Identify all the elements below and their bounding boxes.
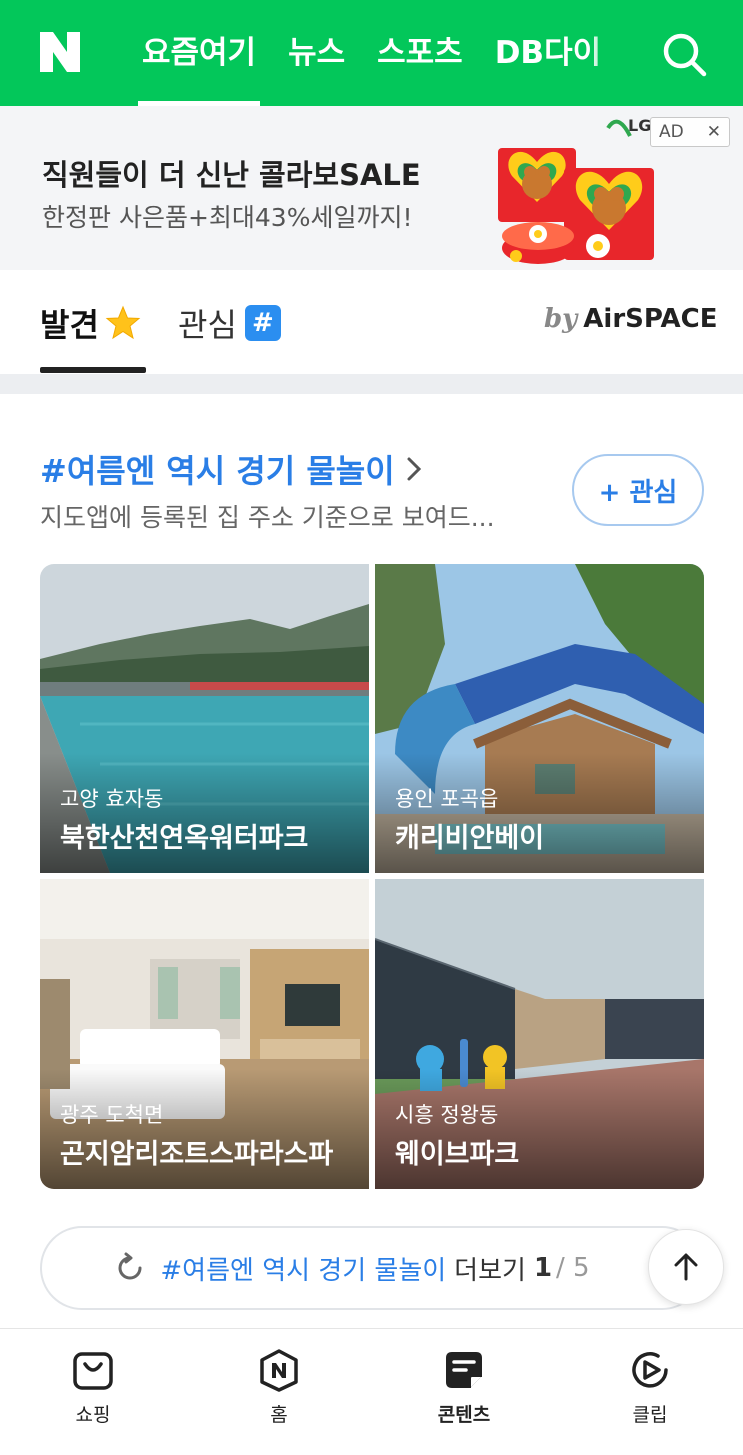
place-card[interactable]: 용인 포곡읍 캐리비안베이 <box>375 564 704 873</box>
tab-interest[interactable]: 관심 # <box>178 300 281 346</box>
star-icon <box>105 305 141 340</box>
tab-nearby[interactable]: 요즘여기 <box>138 0 261 106</box>
tab-discover[interactable]: 발견 <box>40 300 141 346</box>
place-location: 용인 포곡읍 <box>395 787 499 811</box>
close-icon[interactable]: ✕ <box>707 122 721 142</box>
search-icon[interactable] <box>660 30 708 78</box>
tab-news[interactable]: 뉴스 <box>284 0 349 106</box>
provider-name: AirSPACE <box>583 304 718 334</box>
card-gradient <box>375 753 704 873</box>
more-label: 더보기 <box>454 1255 526 1286</box>
provider-credit: by AirSPACE <box>544 304 718 334</box>
place-name: 캐리비안베이 <box>395 823 545 854</box>
bottom-nav-shopping[interactable]: 쇼핑 <box>43 1348 143 1427</box>
contents-icon <box>446 1352 482 1388</box>
shopping-bag-icon <box>73 1352 113 1390</box>
place-name: 웨이브파크 <box>395 1139 520 1170</box>
top-header: 요즘여기 뉴스 스포츠 DB다이 <box>0 0 743 106</box>
current-page: 1 <box>533 1253 553 1283</box>
tab-interest-label: 관심 <box>178 306 237 344</box>
chevron-right-icon <box>407 457 421 481</box>
total-pages: / 5 <box>556 1253 590 1283</box>
place-card[interactable]: 시흥 정왕동 웨이브파크 <box>375 879 704 1189</box>
tab-sports[interactable]: 스포츠 <box>373 0 467 106</box>
follow-button[interactable]: + 관심 <box>572 454 704 526</box>
top-nav-tabs: 요즘여기 뉴스 스포츠 DB다이 <box>138 0 628 106</box>
place-card[interactable]: 고양 효자동 북한산천연옥워터파크 <box>40 564 369 873</box>
bottom-nav-label: 홈 <box>270 1404 288 1426</box>
tab-discover-label: 발견 <box>40 306 99 344</box>
more-topic: #여름엔 역시 경기 물놀이 <box>160 1255 447 1286</box>
clip-play-icon <box>632 1352 668 1388</box>
hashtag-icon: # <box>244 305 281 341</box>
place-card[interactable]: 광주 도척면 곤지암리조트스파라스파 <box>40 879 369 1189</box>
bottom-nav-home[interactable]: 홈 <box>229 1348 329 1427</box>
place-location: 고양 효자동 <box>60 787 164 811</box>
ad-title[interactable]: 직원들이 더 신난 콜라보SALE <box>42 152 421 194</box>
bottom-nav-label: 콘텐츠 <box>437 1404 491 1426</box>
naver-home-icon <box>260 1349 298 1392</box>
tab-db-diet[interactable]: DB다이 <box>491 0 605 106</box>
ad-label: AD <box>659 122 684 142</box>
naver-logo-icon[interactable] <box>38 30 82 74</box>
nav-fade <box>590 0 630 106</box>
bottom-nav-label: 쇼핑 <box>75 1404 111 1426</box>
active-tab-indicator <box>40 367 146 373</box>
place-card-grid: 고양 효자동 북한산천연옥워터파크 용인 포곡읍 캐리비안베이 광주 도척면 곤… <box>40 564 704 1189</box>
topic-title: #여름엔 역시 경기 물놀이 <box>40 452 395 490</box>
place-name: 곤지암리조트스파라스파 <box>60 1139 334 1170</box>
bottom-nav-clip[interactable]: 클립 <box>600 1348 700 1427</box>
ad-product-image[interactable] <box>490 118 665 268</box>
place-location: 광주 도척면 <box>60 1103 164 1127</box>
card-gradient <box>40 1069 369 1189</box>
bottom-nav-contents[interactable]: 콘텐츠 <box>414 1348 514 1427</box>
ad-subtitle[interactable]: 한정판 사은품+최대43%세일까지! <box>42 198 412 234</box>
ad-badge[interactable]: AD ✕ <box>650 117 730 147</box>
place-name: 북한산천연옥워터파크 <box>60 823 309 854</box>
card-gradient <box>40 753 369 873</box>
place-location: 시흥 정왕동 <box>395 1103 499 1127</box>
arrow-up-icon <box>674 1253 698 1281</box>
topic-description: 지도앱에 등록된 집 주소 기준으로 보여드... <box>40 503 495 532</box>
card-gradient <box>375 1069 704 1189</box>
topic-title-link[interactable]: #여름엔 역시 경기 물놀이 <box>40 446 423 492</box>
section-divider <box>0 374 743 394</box>
more-button[interactable]: #여름엔 역시 경기 물놀이 더보기 1 / 5 <box>40 1226 704 1310</box>
bottom-nav-label: 클립 <box>632 1404 668 1426</box>
scroll-to-top-button[interactable] <box>648 1229 724 1305</box>
ad-brand-logo: LG <box>628 116 652 135</box>
refresh-icon <box>118 1252 142 1280</box>
provider-prefix: by <box>544 304 578 334</box>
